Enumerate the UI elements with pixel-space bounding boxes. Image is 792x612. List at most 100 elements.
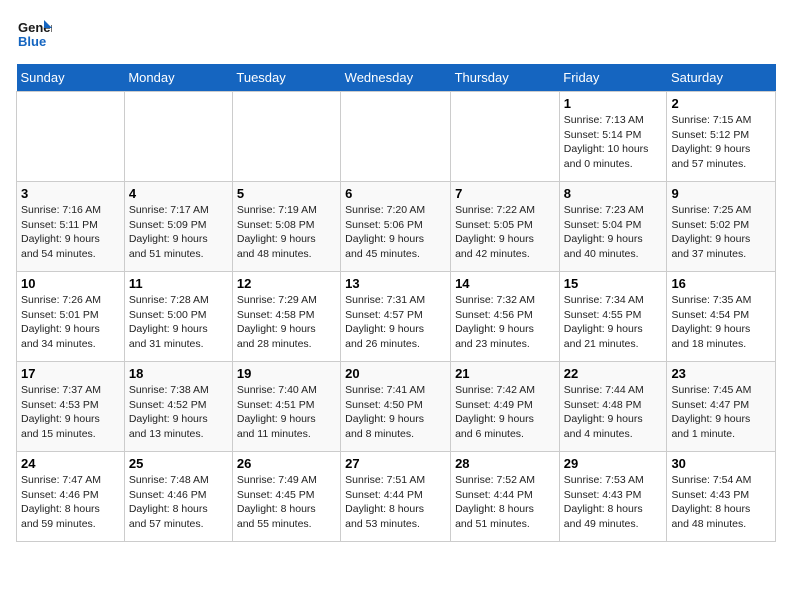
day-info: Sunrise: 7:19 AM Sunset: 5:08 PM Dayligh… — [237, 203, 336, 262]
calendar-cell: 9 Sunrise: 7:25 AM Sunset: 5:02 PM Daylig… — [667, 182, 776, 272]
calendar-cell: 24Sunrise: 7:47 AM Sunset: 4:46 PM Dayli… — [17, 452, 125, 542]
calendar-cell: 7 Sunrise: 7:22 AM Sunset: 5:05 PM Daylig… — [451, 182, 560, 272]
calendar-cell: 10 Sunrise: 7:26 AM Sunset: 5:01 PM Dayli… — [17, 272, 125, 362]
day-number: 22 — [564, 366, 663, 381]
calendar-cell: 14 Sunrise: 7:32 AM Sunset: 4:56 PM Dayli… — [451, 272, 560, 362]
day-info: Sunrise: 7:13 AM Sunset: 5:14 PM Dayligh… — [564, 113, 663, 172]
day-info: Sunrise: 7:45 AM Sunset: 4:47 PM Dayligh… — [671, 383, 771, 442]
day-info: Sunrise: 7:47 AM Sunset: 4:46 PM Dayligh… — [21, 473, 120, 532]
day-info: Sunrise: 7:31 AM Sunset: 4:57 PM Dayligh… — [345, 293, 446, 352]
day-number: 12 — [237, 276, 336, 291]
day-info: Sunrise: 7:49 AM Sunset: 4:45 PM Dayligh… — [237, 473, 336, 532]
day-number: 5 — [237, 186, 336, 201]
calendar-cell: 8 Sunrise: 7:23 AM Sunset: 5:04 PM Daylig… — [559, 182, 667, 272]
day-number: 25 — [129, 456, 228, 471]
calendar-cell: 26 Sunrise: 7:49 AM Sunset: 4:45 PM Dayli… — [232, 452, 340, 542]
day-number: 11 — [129, 276, 228, 291]
day-info: Sunrise: 7:37 AM Sunset: 4:53 PM Dayligh… — [21, 383, 120, 442]
header-tuesday: Tuesday — [232, 64, 340, 92]
day-number: 30 — [671, 456, 771, 471]
page-header: General Blue — [16, 16, 776, 52]
calendar-table: SundayMondayTuesdayWednesdayThursdayFrid… — [16, 64, 776, 542]
day-info: Sunrise: 7:48 AM Sunset: 4:46 PM Dayligh… — [129, 473, 228, 532]
day-number: 29 — [564, 456, 663, 471]
day-info: Sunrise: 7:16 AM Sunset: 5:11 PM Dayligh… — [21, 203, 120, 262]
day-info: Sunrise: 7:35 AM Sunset: 4:54 PM Dayligh… — [671, 293, 771, 352]
calendar-cell: 3 Sunrise: 7:16 AM Sunset: 5:11 PM Daylig… — [17, 182, 125, 272]
calendar-cell: 25 Sunrise: 7:48 AM Sunset: 4:46 PM Dayli… — [124, 452, 232, 542]
calendar-cell: 28 Sunrise: 7:52 AM Sunset: 4:44 PM Dayli… — [451, 452, 560, 542]
day-number: 20 — [345, 366, 446, 381]
calendar-cell — [124, 92, 232, 182]
day-info: Sunrise: 7:53 AM Sunset: 4:43 PM Dayligh… — [564, 473, 663, 532]
calendar-cell: 22 Sunrise: 7:44 AM Sunset: 4:48 PM Dayli… — [559, 362, 667, 452]
day-info: Sunrise: 7:52 AM Sunset: 4:44 PM Dayligh… — [455, 473, 555, 532]
day-info: Sunrise: 7:17 AM Sunset: 5:09 PM Dayligh… — [129, 203, 228, 262]
day-number: 10 — [21, 276, 120, 291]
day-info: Sunrise: 7:20 AM Sunset: 5:06 PM Dayligh… — [345, 203, 446, 262]
calendar-cell: 13 Sunrise: 7:31 AM Sunset: 4:57 PM Dayli… — [341, 272, 451, 362]
calendar-week-row: 1 Sunrise: 7:13 AM Sunset: 5:14 PM Daylig… — [17, 92, 776, 182]
svg-text:Blue: Blue — [18, 34, 46, 49]
logo: General Blue — [16, 16, 52, 52]
day-number: 27 — [345, 456, 446, 471]
day-number: 23 — [671, 366, 771, 381]
day-number: 18 — [129, 366, 228, 381]
day-info: Sunrise: 7:32 AM Sunset: 4:56 PM Dayligh… — [455, 293, 555, 352]
calendar-cell: 12Sunrise: 7:29 AM Sunset: 4:58 PM Dayli… — [232, 272, 340, 362]
day-info: Sunrise: 7:28 AM Sunset: 5:00 PM Dayligh… — [129, 293, 228, 352]
day-number: 21 — [455, 366, 555, 381]
header-monday: Monday — [124, 64, 232, 92]
calendar-week-row: 3 Sunrise: 7:16 AM Sunset: 5:11 PM Daylig… — [17, 182, 776, 272]
calendar-week-row: 24Sunrise: 7:47 AM Sunset: 4:46 PM Dayli… — [17, 452, 776, 542]
calendar-cell: 5 Sunrise: 7:19 AM Sunset: 5:08 PM Daylig… — [232, 182, 340, 272]
day-info: Sunrise: 7:26 AM Sunset: 5:01 PM Dayligh… — [21, 293, 120, 352]
day-number: 17 — [21, 366, 120, 381]
header-saturday: Saturday — [667, 64, 776, 92]
day-info: Sunrise: 7:34 AM Sunset: 4:55 PM Dayligh… — [564, 293, 663, 352]
day-info: Sunrise: 7:22 AM Sunset: 5:05 PM Dayligh… — [455, 203, 555, 262]
logo-icon: General Blue — [16, 16, 52, 52]
calendar-cell — [232, 92, 340, 182]
day-info: Sunrise: 7:23 AM Sunset: 5:04 PM Dayligh… — [564, 203, 663, 262]
day-number: 2 — [671, 96, 771, 111]
calendar-cell: 17 Sunrise: 7:37 AM Sunset: 4:53 PM Dayli… — [17, 362, 125, 452]
calendar-cell: 21Sunrise: 7:42 AM Sunset: 4:49 PM Dayli… — [451, 362, 560, 452]
day-info: Sunrise: 7:54 AM Sunset: 4:43 PM Dayligh… — [671, 473, 771, 532]
day-number: 14 — [455, 276, 555, 291]
calendar-cell: 18Sunrise: 7:38 AM Sunset: 4:52 PM Dayli… — [124, 362, 232, 452]
header-sunday: Sunday — [17, 64, 125, 92]
header-friday: Friday — [559, 64, 667, 92]
day-info: Sunrise: 7:25 AM Sunset: 5:02 PM Dayligh… — [671, 203, 771, 262]
day-number: 9 — [671, 186, 771, 201]
day-info: Sunrise: 7:15 AM Sunset: 5:12 PM Dayligh… — [671, 113, 771, 172]
calendar-cell — [451, 92, 560, 182]
calendar-week-row: 17 Sunrise: 7:37 AM Sunset: 4:53 PM Dayli… — [17, 362, 776, 452]
calendar-cell: 19Sunrise: 7:40 AM Sunset: 4:51 PM Dayli… — [232, 362, 340, 452]
day-number: 1 — [564, 96, 663, 111]
day-info: Sunrise: 7:44 AM Sunset: 4:48 PM Dayligh… — [564, 383, 663, 442]
day-number: 26 — [237, 456, 336, 471]
calendar-cell: 15 Sunrise: 7:34 AM Sunset: 4:55 PM Dayli… — [559, 272, 667, 362]
day-number: 3 — [21, 186, 120, 201]
header-thursday: Thursday — [451, 64, 560, 92]
calendar-cell: 2 Sunrise: 7:15 AM Sunset: 5:12 PM Daylig… — [667, 92, 776, 182]
calendar-header-row: SundayMondayTuesdayWednesdayThursdayFrid… — [17, 64, 776, 92]
day-number: 13 — [345, 276, 446, 291]
calendar-cell: 4Sunrise: 7:17 AM Sunset: 5:09 PM Daylig… — [124, 182, 232, 272]
calendar-cell: 16 Sunrise: 7:35 AM Sunset: 4:54 PM Dayli… — [667, 272, 776, 362]
calendar-cell — [17, 92, 125, 182]
calendar-cell: 30 Sunrise: 7:54 AM Sunset: 4:43 PM Dayli… — [667, 452, 776, 542]
calendar-cell: 1 Sunrise: 7:13 AM Sunset: 5:14 PM Daylig… — [559, 92, 667, 182]
calendar-cell: 20Sunrise: 7:41 AM Sunset: 4:50 PM Dayli… — [341, 362, 451, 452]
calendar-cell: 11 Sunrise: 7:28 AM Sunset: 5:00 PM Dayli… — [124, 272, 232, 362]
day-number: 8 — [564, 186, 663, 201]
day-info: Sunrise: 7:51 AM Sunset: 4:44 PM Dayligh… — [345, 473, 446, 532]
day-number: 15 — [564, 276, 663, 291]
calendar-cell: 27 Sunrise: 7:51 AM Sunset: 4:44 PM Dayli… — [341, 452, 451, 542]
day-number: 19 — [237, 366, 336, 381]
day-number: 28 — [455, 456, 555, 471]
calendar-cell — [341, 92, 451, 182]
day-number: 7 — [455, 186, 555, 201]
day-number: 16 — [671, 276, 771, 291]
